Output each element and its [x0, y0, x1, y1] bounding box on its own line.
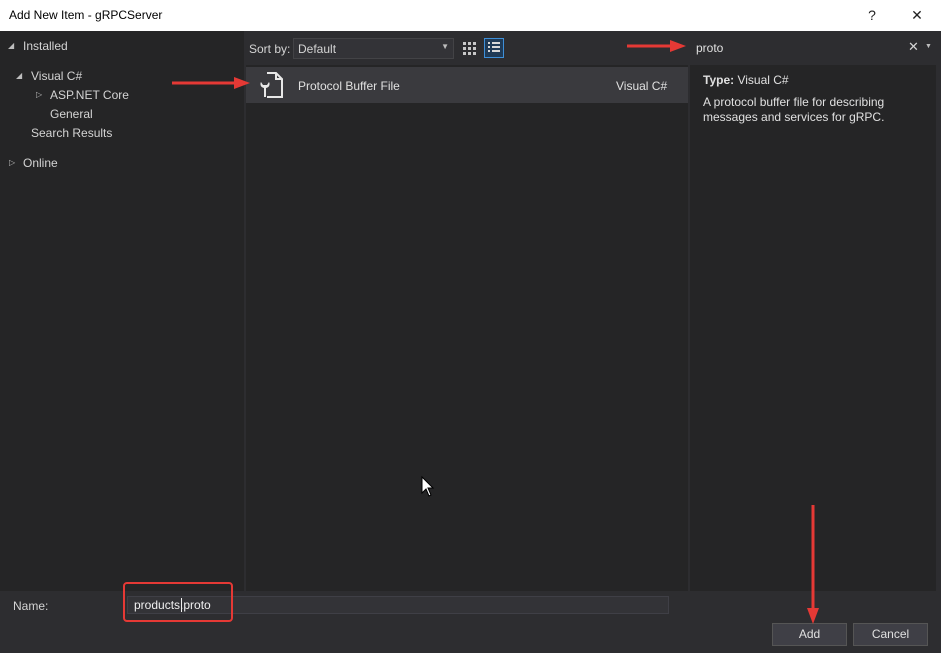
grid-view-icon: [463, 42, 476, 55]
template-description: A protocol buffer file for describing me…: [703, 95, 885, 124]
sort-dropdown[interactable]: Default ▼: [293, 38, 454, 59]
tree-item-installed[interactable]: Installed: [23, 39, 68, 53]
tree-item-aspnet-core[interactable]: ASP.NET Core: [50, 88, 129, 102]
template-list: Protocol Buffer File Visual C#: [246, 65, 688, 591]
search-input[interactable]: proto: [696, 41, 723, 55]
collapse-triangle-icon[interactable]: ◢: [8, 41, 14, 50]
wrench-file-icon: [260, 72, 283, 98]
grid-view-button[interactable]: [459, 38, 479, 58]
expand-triangle-icon[interactable]: ▷: [36, 90, 42, 99]
add-button[interactable]: Add: [772, 623, 847, 646]
title-bar: Add New Item - gRPCServer ? ✕: [0, 0, 941, 31]
help-button[interactable]: ?: [857, 2, 887, 28]
sort-label: Sort by:: [249, 42, 291, 56]
expand-triangle-icon[interactable]: ▷: [9, 158, 15, 167]
search-options-chevron-icon[interactable]: ▼: [925, 43, 932, 50]
window-title: Add New Item - gRPCServer: [9, 8, 163, 22]
annotation-highlight-box: [123, 582, 233, 622]
clear-search-icon[interactable]: ✕: [908, 39, 919, 55]
name-label: Name:: [13, 599, 49, 613]
tree-item-online[interactable]: Online: [23, 156, 58, 170]
tree-item-visual-csharp[interactable]: Visual C#: [31, 69, 82, 83]
template-language: Visual C#: [616, 79, 668, 93]
sort-value: Default: [298, 42, 337, 56]
type-value: Visual C#: [737, 73, 789, 87]
tree-item-search-results[interactable]: Search Results: [31, 126, 112, 140]
cancel-button[interactable]: Cancel: [853, 623, 928, 646]
close-button[interactable]: ✕: [902, 2, 932, 28]
search-box[interactable]: proto ✕ ▼: [689, 38, 935, 58]
template-item-protocol-buffer[interactable]: Protocol Buffer File Visual C#: [246, 67, 688, 103]
list-view-icon: [488, 42, 500, 52]
type-line: Type: Visual C#: [703, 73, 789, 87]
type-label: Type:: [703, 73, 735, 87]
template-name: Protocol Buffer File: [298, 79, 400, 93]
chevron-down-icon: ▼: [441, 42, 449, 51]
list-view-button[interactable]: [484, 38, 504, 58]
collapse-triangle-icon[interactable]: ◢: [16, 71, 22, 80]
category-tree: [0, 31, 244, 591]
tree-item-general[interactable]: General: [50, 107, 93, 121]
details-pane: Type: Visual C# A protocol buffer file f…: [690, 65, 936, 591]
